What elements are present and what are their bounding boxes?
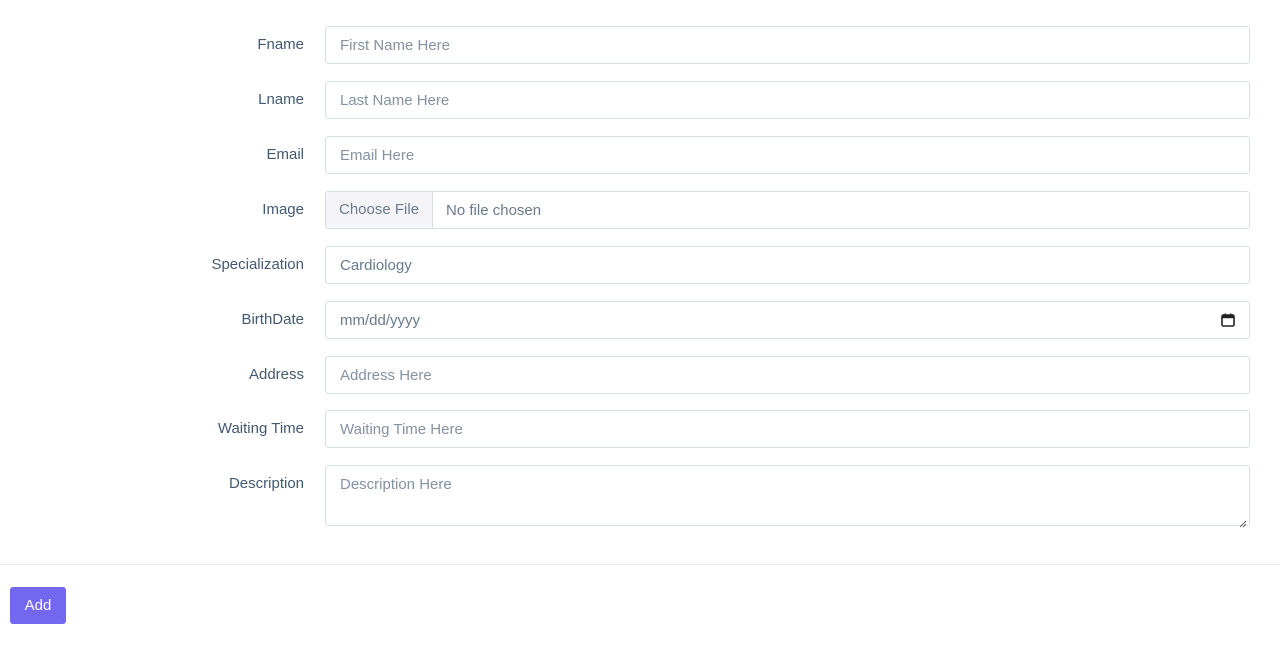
email-row: Email	[0, 136, 1280, 174]
lname-input[interactable]	[325, 81, 1250, 119]
fname-label: Fname	[257, 36, 304, 53]
email-input[interactable]	[325, 136, 1250, 174]
lname-label: Lname	[258, 91, 304, 108]
email-label: Email	[266, 146, 304, 163]
image-label: Image	[262, 201, 304, 218]
birthdate-placeholder: mm/dd/yyyy	[340, 311, 421, 329]
footer-divider	[0, 564, 1280, 565]
address-row: Address	[0, 356, 1280, 394]
fname-row: Fname	[0, 26, 1280, 64]
address-input[interactable]	[325, 356, 1250, 394]
file-status-text: No file chosen	[446, 201, 542, 219]
calendar-icon[interactable]	[1221, 313, 1235, 327]
description-label: Description	[228, 475, 304, 492]
add-button[interactable]: Add	[10, 587, 66, 624]
waiting-time-input[interactable]	[325, 410, 1250, 448]
birthdate-label: BirthDate	[241, 311, 304, 328]
image-file-input[interactable]: Choose File No file chosen	[325, 191, 1250, 229]
specialization-row: Specialization Cardiology	[0, 246, 1280, 284]
birthdate-input[interactable]: mm/dd/yyyy	[325, 301, 1250, 339]
specialization-label: Specialization	[211, 256, 304, 273]
description-row: Description	[0, 465, 1280, 528]
address-label: Address	[248, 366, 304, 383]
choose-file-button[interactable]: Choose File	[326, 192, 434, 228]
image-row: Image Choose File No file chosen	[0, 191, 1280, 229]
waiting-time-label: Waiting Time	[217, 420, 304, 437]
lname-row: Lname	[0, 81, 1280, 119]
specialization-input[interactable]: Cardiology	[325, 246, 1250, 284]
specialization-value: Cardiology	[340, 256, 412, 274]
fname-input[interactable]	[325, 26, 1250, 64]
waiting-time-row: Waiting Time	[0, 410, 1280, 448]
birthdate-row: BirthDate mm/dd/yyyy	[0, 301, 1280, 339]
resize-handle-icon[interactable]	[1239, 515, 1247, 528]
description-textarea[interactable]	[325, 465, 1250, 526]
